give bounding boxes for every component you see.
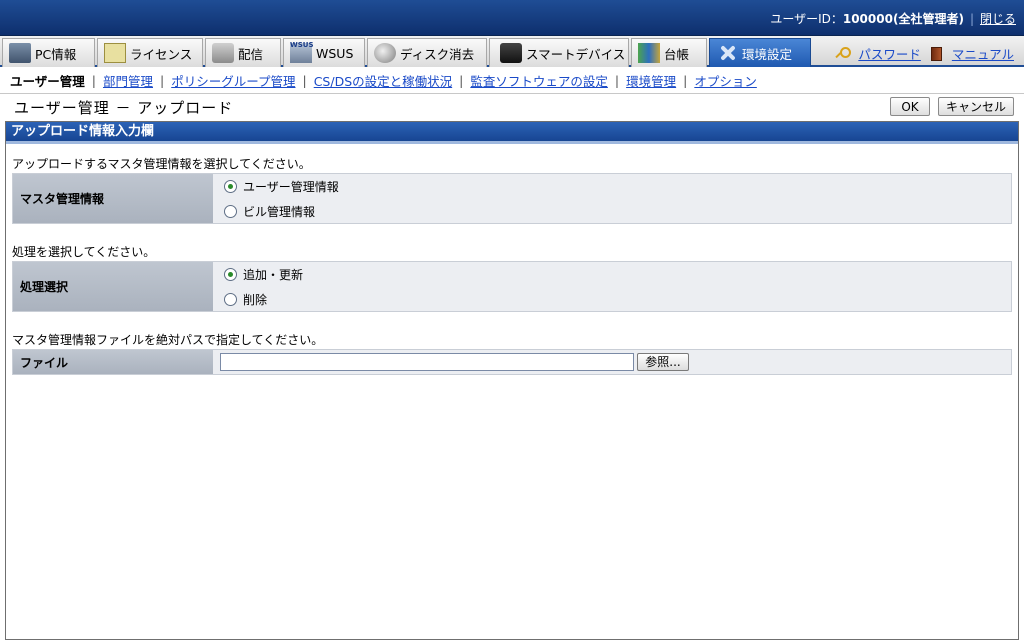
title-row: ユーザー管理 － アップロード OK キャンセル — [0, 93, 1024, 119]
divider: | — [969, 12, 974, 26]
section-header: アップロード情報入力欄 — [6, 122, 1018, 141]
user-info: ユーザーID：100000(全社管理者) | 閉じる — [770, 10, 1016, 27]
password-link[interactable]: パスワード — [858, 44, 921, 63]
master-row: マスタ管理情報 ユーザー管理情報 ビル管理情報 — [12, 173, 1012, 224]
file-instruction: マスタ管理情報ファイルを絶対パスで指定してください。 — [12, 333, 324, 347]
radio-selected-icon — [224, 268, 237, 281]
ok-button[interactable]: OK — [890, 97, 930, 116]
subnav-link-cs-ds[interactable]: CS/DSの設定と稼働状況 — [314, 71, 452, 90]
radio-building-management[interactable]: ビル管理情報 — [213, 199, 1011, 224]
radio-label: ビル管理情報 — [243, 205, 316, 219]
disk-erase-icon — [374, 43, 396, 63]
radio-label: 削除 — [243, 293, 268, 307]
page-title: ユーザー管理 － アップロード — [14, 99, 234, 117]
user-id-label: ユーザーID： — [770, 12, 843, 26]
smart-device-icon — [500, 43, 522, 63]
tab-label: PC情報 — [35, 46, 77, 62]
license-icon — [104, 43, 126, 63]
file-row: ファイル 参照... — [12, 349, 1012, 375]
tab-smart-device[interactable]: スマートデバイス — [489, 38, 629, 67]
sub-nav: ユーザー管理 | 部門管理 | ポリシーグループ管理 | CS/DSの設定と稼働… — [0, 69, 1024, 91]
file-label: ファイル — [13, 350, 213, 374]
subnav-link-department[interactable]: 部門管理 — [103, 71, 153, 90]
master-label: マスタ管理情報 — [13, 174, 213, 223]
subnav-link-policy-group[interactable]: ポリシーグループ管理 — [171, 71, 295, 90]
process-instruction: 処理を選択してください。 — [12, 245, 156, 259]
tab-ledger[interactable]: 台帳 — [631, 38, 707, 67]
process-label: 処理選択 — [13, 262, 213, 311]
environment-settings-icon — [716, 43, 738, 63]
radio-label: 追加・更新 — [243, 268, 304, 282]
master-instruction: アップロードするマスタ管理情報を選択してください。 — [12, 157, 311, 171]
top-bar: ユーザーID：100000(全社管理者) | 閉じる — [0, 0, 1024, 36]
cancel-button[interactable]: キャンセル — [938, 97, 1014, 116]
radio-label: ユーザー管理情報 — [243, 180, 339, 194]
subnav-link-audit-software[interactable]: 監査ソフトウェアの設定 — [470, 71, 608, 90]
pc-icon — [9, 43, 31, 63]
subnav-link-environment[interactable]: 環境管理 — [626, 71, 676, 90]
radio-empty-icon — [224, 293, 237, 306]
tab-distribution[interactable]: 配信 — [205, 38, 281, 67]
radio-user-management[interactable]: ユーザー管理情報 — [213, 174, 1011, 199]
key-icon — [834, 46, 852, 61]
header-links: パスワード マニュアル — [834, 44, 1014, 63]
tab-label: 環境設定 — [742, 46, 793, 62]
user-id-value: 100000(全社管理者) — [842, 12, 964, 26]
close-link[interactable]: 閉じる — [980, 12, 1016, 26]
distribution-icon — [212, 43, 234, 63]
tab-environment-settings[interactable]: 環境設定 — [709, 38, 811, 67]
tab-label: 配信 — [238, 46, 264, 62]
manual-book-icon — [930, 46, 942, 61]
radio-delete[interactable]: 削除 — [213, 287, 1011, 312]
ledger-icon — [638, 43, 660, 63]
tab-license[interactable]: ライセンス — [97, 38, 203, 67]
process-row: 処理選択 追加・更新 削除 — [12, 261, 1012, 312]
tab-label: ディスク消去 — [400, 46, 475, 62]
manual-link[interactable]: マニュアル — [952, 44, 1014, 63]
tab-label: WSUS — [316, 45, 354, 61]
radio-add-update[interactable]: 追加・更新 — [213, 262, 1011, 287]
tab-pc-info[interactable]: PC情報 — [2, 38, 95, 67]
tab-label: 台帳 — [664, 46, 690, 62]
subnav-link-options[interactable]: オプション — [694, 71, 757, 90]
subnav-current: ユーザー管理 — [10, 73, 85, 89]
tab-wsus[interactable]: WSUS WSUS — [283, 38, 365, 67]
radio-empty-icon — [224, 205, 237, 218]
tab-label: スマートデバイス — [526, 46, 626, 62]
upload-frame: アップロード情報入力欄 アップロードするマスタ管理情報を選択してください。 マス… — [5, 121, 1019, 640]
file-path-input[interactable] — [220, 353, 634, 371]
radio-selected-icon — [224, 180, 237, 193]
browse-button[interactable]: 参照... — [637, 353, 689, 371]
wsus-icon: WSUS — [290, 41, 314, 63]
tab-disk-erase[interactable]: ディスク消去 — [367, 38, 487, 67]
tab-label: ライセンス — [130, 46, 193, 62]
